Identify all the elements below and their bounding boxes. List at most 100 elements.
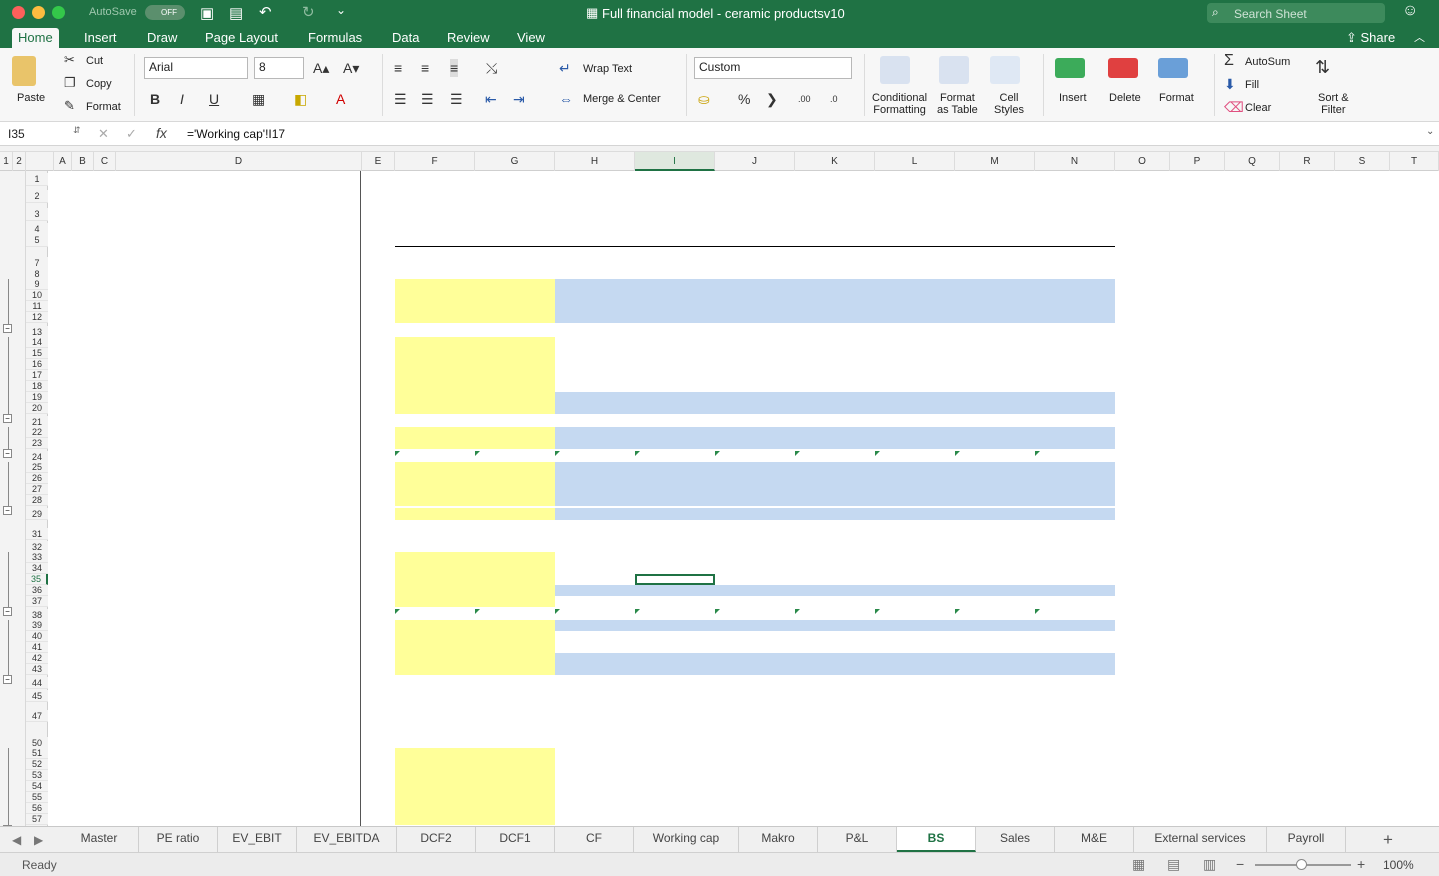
value-cell[interactable] bbox=[795, 359, 875, 370]
orientation-icon[interactable]: ⤯ bbox=[486, 59, 497, 77]
value-cell[interactable] bbox=[1035, 759, 1115, 770]
value-cell[interactable] bbox=[395, 653, 475, 664]
conditional-formatting-icon[interactable] bbox=[880, 56, 910, 84]
value-cell[interactable] bbox=[795, 279, 875, 290]
column-header-t[interactable]: T bbox=[1390, 152, 1439, 171]
value-cell[interactable] bbox=[1035, 574, 1115, 585]
value-cell[interactable] bbox=[795, 781, 875, 792]
value-cell[interactable] bbox=[875, 438, 955, 449]
row-header[interactable]: 41 bbox=[26, 642, 48, 653]
column-header-e[interactable]: E bbox=[362, 152, 395, 171]
value-cell[interactable] bbox=[955, 792, 1035, 803]
value-cell[interactable] bbox=[715, 803, 795, 814]
column-header-l[interactable]: L bbox=[875, 152, 955, 171]
collapse-group-button[interactable]: − bbox=[3, 414, 12, 423]
value-cell[interactable] bbox=[875, 574, 955, 585]
column-header-o[interactable]: O bbox=[1115, 152, 1170, 171]
value-cell[interactable] bbox=[715, 381, 795, 392]
zoom-in-icon[interactable]: + bbox=[1357, 856, 1365, 872]
tab-page-layout[interactable]: Page Layout bbox=[199, 28, 284, 48]
row-header[interactable]: 10 bbox=[26, 290, 48, 301]
sheet-tab[interactable]: DCF2 bbox=[397, 827, 476, 852]
tab-view[interactable]: View bbox=[511, 28, 551, 48]
value-cell[interactable] bbox=[475, 803, 555, 814]
value-cell[interactable] bbox=[1035, 279, 1115, 290]
value-cell[interactable] bbox=[795, 290, 875, 301]
value-cell[interactable] bbox=[395, 677, 475, 689]
value-cell[interactable] bbox=[955, 359, 1035, 370]
value-cell[interactable] bbox=[715, 403, 795, 414]
value-cell[interactable] bbox=[475, 770, 555, 781]
value-cell[interactable] bbox=[555, 710, 635, 722]
format-as-table-icon[interactable] bbox=[939, 56, 969, 84]
row-header[interactable]: 23 bbox=[26, 438, 48, 449]
tab-insert[interactable]: Insert bbox=[78, 28, 123, 48]
row-header[interactable]: 55 bbox=[26, 792, 48, 803]
value-cell[interactable] bbox=[475, 574, 555, 585]
column-header-f[interactable]: F bbox=[395, 152, 475, 171]
value-cell[interactable] bbox=[795, 484, 875, 495]
value-cell[interactable] bbox=[395, 381, 475, 392]
value-cell[interactable] bbox=[555, 653, 635, 664]
value-cell[interactable] bbox=[635, 290, 715, 301]
value-cell[interactable] bbox=[715, 427, 795, 438]
value-cell[interactable] bbox=[475, 552, 555, 563]
insert-cells-icon[interactable] bbox=[1055, 58, 1085, 78]
value-cell[interactable] bbox=[795, 337, 875, 348]
value-cell[interactable] bbox=[715, 312, 795, 323]
value-cell[interactable] bbox=[555, 563, 635, 574]
value-cell[interactable] bbox=[475, 370, 555, 381]
value-cell[interactable] bbox=[1035, 312, 1115, 323]
value-cell[interactable] bbox=[475, 484, 555, 495]
value-cell[interactable] bbox=[475, 337, 555, 348]
value-cell[interactable] bbox=[715, 301, 795, 312]
value-cell[interactable] bbox=[635, 484, 715, 495]
value-cell[interactable] bbox=[475, 710, 555, 722]
bold-icon[interactable]: B bbox=[150, 90, 160, 108]
value-cell[interactable] bbox=[475, 495, 555, 506]
value-cell[interactable] bbox=[715, 620, 795, 631]
merge-center-label[interactable]: Merge & Center bbox=[583, 93, 661, 105]
value-cell[interactable] bbox=[635, 690, 715, 702]
sheet-tab[interactable]: External services bbox=[1134, 827, 1267, 852]
value-cell[interactable] bbox=[395, 508, 475, 520]
value-cell[interactable] bbox=[1035, 585, 1115, 596]
value-cell[interactable] bbox=[555, 508, 635, 520]
value-cell[interactable] bbox=[635, 508, 715, 520]
column-header-j[interactable]: J bbox=[715, 152, 795, 171]
sheet-tab[interactable]: DCF1 bbox=[476, 827, 555, 852]
align-center-icon[interactable]: ☰ bbox=[421, 90, 434, 108]
value-cell[interactable] bbox=[555, 473, 635, 484]
value-cell[interactable] bbox=[795, 620, 875, 631]
value-cell[interactable] bbox=[475, 403, 555, 414]
value-cell[interactable] bbox=[475, 677, 555, 689]
value-cell[interactable] bbox=[475, 642, 555, 653]
row-header[interactable]: 43 bbox=[26, 664, 48, 675]
value-cell[interactable] bbox=[475, 290, 555, 301]
collapse-group-button[interactable]: − bbox=[3, 506, 12, 515]
value-cell[interactable] bbox=[475, 462, 555, 473]
zoom-level[interactable]: 100% bbox=[1383, 858, 1414, 872]
value-cell[interactable] bbox=[795, 677, 875, 689]
row-header[interactable]: 44 bbox=[26, 677, 48, 689]
value-cell[interactable] bbox=[555, 677, 635, 689]
value-cell[interactable] bbox=[395, 438, 475, 449]
cut-label[interactable]: Cut bbox=[86, 55, 103, 67]
value-cell[interactable] bbox=[875, 528, 955, 540]
value-cell[interactable] bbox=[715, 563, 795, 574]
value-cell[interactable] bbox=[955, 462, 1035, 473]
value-cell[interactable] bbox=[395, 631, 475, 642]
value-cell[interactable] bbox=[475, 381, 555, 392]
value-cell[interactable] bbox=[1035, 631, 1115, 642]
sheet-tab[interactable]: M&E bbox=[1055, 827, 1134, 852]
currency-icon[interactable]: ⛀ bbox=[698, 90, 710, 108]
delete-cells-label[interactable]: Delete bbox=[1109, 92, 1141, 104]
row-header[interactable]: 11 bbox=[26, 301, 48, 312]
function-icon[interactable]: fx bbox=[156, 125, 167, 141]
decrease-indent-icon[interactable]: ⇤ bbox=[485, 90, 497, 108]
value-cell[interactable] bbox=[395, 312, 475, 323]
value-cell[interactable] bbox=[555, 552, 635, 563]
value-cell[interactable] bbox=[555, 301, 635, 312]
value-cell[interactable] bbox=[395, 370, 475, 381]
value-cell[interactable] bbox=[555, 337, 635, 348]
